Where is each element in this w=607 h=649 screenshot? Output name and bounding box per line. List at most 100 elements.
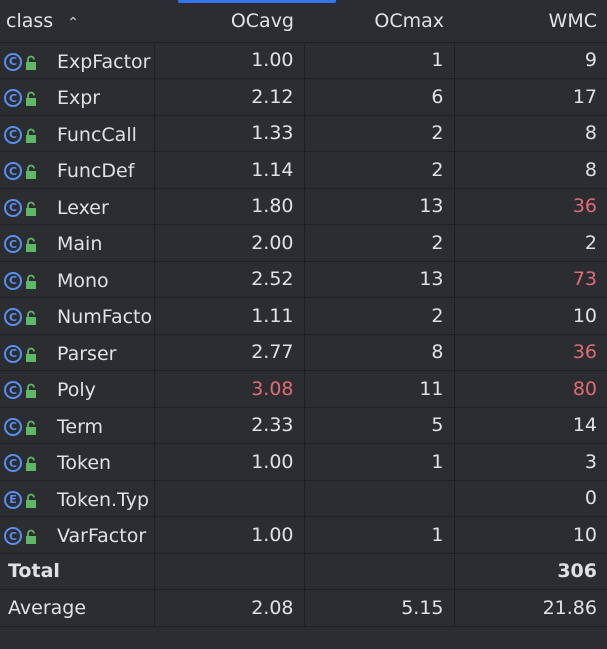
wmc-cell: 14 [454, 407, 607, 444]
class-name: Term [57, 415, 104, 438]
lock-icon [25, 382, 39, 398]
metrics-table: class ⌃ OCavg OCmax WMC C ExpFactor 1.00 1 9… [0, 0, 607, 627]
wmc-cell: 3 [454, 443, 607, 481]
table-row[interactable]: C Term 2.33 5 14 [0, 407, 607, 444]
wmc-cell: 36 [454, 188, 607, 225]
wmc-cell: 8 [454, 151, 607, 189]
column-header-ocmax[interactable]: OCmax [304, 0, 454, 43]
ocmax-cell: 1 [304, 443, 455, 481]
column-header-ocavg[interactable]: OCavg [154, 0, 304, 43]
table-row[interactable]: C FuncCall 1.33 2 8 [0, 115, 607, 152]
class-cell: C VarFactor [0, 516, 155, 554]
class-cell: C Parser [0, 334, 155, 371]
lock-icon [25, 528, 39, 544]
wmc-cell: 73 [454, 261, 607, 298]
ocavg-cell: 2.77 [154, 334, 305, 371]
class-icon: C [4, 52, 22, 71]
wmc-cell: 0 [454, 480, 607, 517]
wmc-cell: 2 [454, 224, 607, 262]
class-icon: C [4, 125, 22, 144]
class-icon: C [4, 454, 22, 472]
class-cell: C FuncCall [0, 115, 155, 152]
column-header-wmc[interactable]: WMC [454, 0, 607, 43]
tab-indicator [178, 0, 336, 3]
total-wmc: 306 [454, 553, 607, 590]
table-row[interactable]: C Token 1.00 1 3 [0, 443, 607, 481]
ocmax-cell: 5 [304, 407, 455, 444]
ocavg-cell: 1.14 [154, 151, 305, 189]
table-row[interactable]: C Lexer 1.80 13 36 [0, 188, 607, 225]
class-cell: E Token.Typ [0, 480, 155, 517]
table-row[interactable]: C ExpFactor 1.00 1 9 [0, 42, 607, 79]
lock-icon [25, 455, 39, 471]
table-row[interactable]: C FuncDef 1.14 2 8 [0, 151, 607, 189]
average-ocmax: 5.15 [304, 589, 455, 627]
total-ocavg [154, 553, 305, 590]
table-row[interactable]: C Mono 2.52 13 73 [0, 261, 607, 298]
ocmax-cell: 2 [304, 151, 455, 189]
ocavg-cell: 1.80 [154, 188, 305, 225]
ocmax-cell: 13 [304, 188, 455, 225]
ocavg-cell: 3.08 [154, 370, 305, 408]
table-row[interactable]: C Parser 2.77 8 36 [0, 334, 607, 371]
class-icon: C [4, 417, 22, 436]
lock-icon [25, 309, 39, 325]
class-name: Lexer [57, 196, 109, 219]
wmc-cell: 10 [454, 297, 607, 335]
class-name: FuncDef [57, 160, 135, 182]
total-ocmax [304, 553, 455, 590]
lock-icon [25, 346, 39, 362]
class-name: Expr [57, 87, 101, 109]
ocavg-cell: 1.00 [154, 516, 305, 554]
class-name: Main [57, 233, 103, 255]
ocmax-cell: 6 [304, 78, 455, 116]
ocavg-cell: 1.00 [154, 42, 305, 79]
enum-icon: E [4, 490, 22, 509]
column-header-class[interactable]: class ⌃ [0, 0, 154, 43]
wmc-cell: 9 [454, 42, 607, 79]
ocavg-cell: 1.00 [154, 443, 305, 481]
ocavg-cell: 2.33 [154, 407, 305, 444]
column-header-class-label: class [6, 9, 54, 32]
class-icon: C [4, 344, 22, 363]
wmc-cell: 80 [454, 370, 607, 408]
ocmax-cell: 11 [304, 370, 455, 408]
table-row[interactable]: C Main 2.00 2 2 [0, 224, 607, 262]
wmc-cell: 10 [454, 516, 607, 554]
total-row[interactable]: Total 306 [0, 553, 607, 590]
class-cell: C ExpFactor [0, 42, 155, 79]
table-row[interactable]: C VarFactor 1.00 1 10 [0, 516, 607, 554]
table-row[interactable]: E Token.Typ 0 [0, 480, 607, 517]
table-row[interactable]: C Poly 3.08 11 80 [0, 370, 607, 408]
class-cell: C Poly [0, 370, 155, 408]
class-icon: C [4, 308, 22, 326]
chevron-up-icon: ⌃ [67, 14, 79, 31]
class-cell: C Token [0, 443, 155, 481]
ocavg-cell: 2.00 [154, 224, 305, 262]
ocavg-cell [154, 480, 305, 517]
class-icon: C [4, 381, 22, 399]
wmc-cell: 17 [454, 78, 607, 116]
class-name: Token.Typ [57, 488, 150, 511]
class-name: Parser [57, 342, 117, 365]
class-cell: C Lexer [0, 188, 155, 225]
ocmax-cell: 1 [304, 42, 455, 79]
class-name: Mono [57, 269, 109, 292]
average-label: Average [0, 589, 155, 627]
class-cell: C Term [0, 407, 155, 444]
ocavg-cell: 2.12 [154, 78, 305, 116]
lock-icon [25, 127, 39, 143]
class-cell: C FuncDef [0, 151, 155, 189]
lock-icon [25, 492, 39, 508]
lock-icon [25, 90, 39, 106]
class-cell: C Expr [0, 78, 155, 116]
ocmax-cell [304, 480, 455, 517]
class-cell: C Mono [0, 261, 155, 298]
lock-icon [25, 236, 39, 252]
ocmax-cell: 1 [304, 516, 455, 554]
class-name: Poly [57, 379, 96, 401]
table-row[interactable]: C Expr 2.12 6 17 [0, 78, 607, 116]
average-row[interactable]: Average 2.08 5.15 21.86 [0, 589, 607, 627]
table-row[interactable]: C NumFacto 1.11 2 10 [0, 297, 607, 335]
lock-icon [25, 273, 39, 289]
